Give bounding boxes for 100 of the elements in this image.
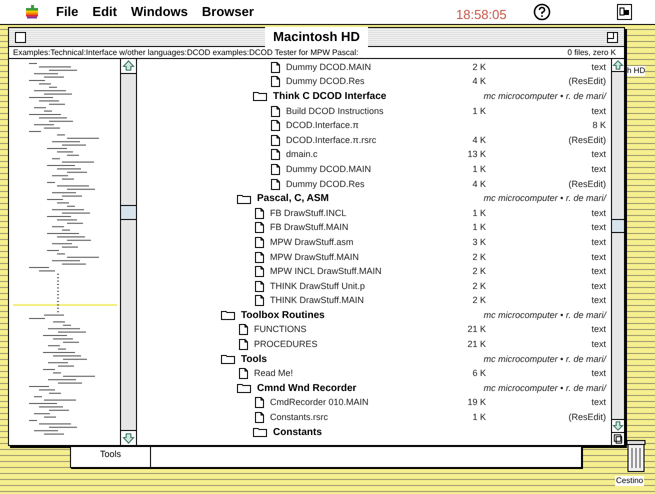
file-kind: text [591,208,606,219]
document-icon [255,295,264,306]
scroll-thumb[interactable] [612,219,624,233]
document-icon [255,208,264,219]
menu-item[interactable]: Windows [130,2,188,22]
scroll-down-icon[interactable] [121,430,136,445]
folder-icon [237,194,251,204]
file-size: 4 K [472,76,486,86]
folder-owner: mc microcomputer • r. de mari/ [484,382,606,394]
file-name[interactable]: Dummy DCOD.Res [286,178,365,190]
document-icon [271,149,280,160]
file-size: 1 K [472,222,486,232]
document-icon [271,62,280,73]
file-size: 2 K [472,252,486,262]
file-size: 4 K [472,178,486,189]
file-name[interactable]: Build DCOD Instructions [286,106,384,117]
file-size: 13 K [467,149,486,160]
help-icon[interactable] [533,3,551,21]
window-title: Macintosh HD [265,27,368,47]
file-kind: (ResEdit) [568,178,606,190]
file-size: 2 K [472,295,486,306]
file-name[interactable]: PROCEDURES [254,339,318,350]
summary-text: 0 files, zero K [568,48,616,58]
file-name[interactable]: Constants.rsrc [270,412,328,424]
file-kind: text [591,62,606,73]
zoom-box[interactable] [607,32,618,43]
file-name[interactable]: MPW DrawStuff.asm [270,236,354,248]
folder-owner: mc microcomputer • r. de mari/ [484,354,606,365]
folder-icon [253,91,267,102]
disk-label: h HD [627,66,646,76]
document-icon [239,368,248,380]
file-name[interactable]: Dummy DCOD.Res [286,76,365,88]
file-name[interactable]: MPW INCL DrawStuff.MAIN [270,266,382,278]
folder-icon [253,427,267,438]
folder-name[interactable]: Tools [241,354,267,365]
document-icon [255,222,264,234]
document-icon [271,76,280,88]
document-icon [255,280,264,292]
file-name[interactable]: THINK DrawStuff Unit.p [270,280,365,292]
document-icon [255,252,264,263]
file-kind: text [591,295,606,306]
file-kind: text [591,222,606,234]
file-name[interactable]: FUNCTIONS [254,324,306,336]
file-name[interactable]: Dummy DCOD.MAIN [286,164,371,175]
file-size: 4 K [472,134,486,145]
menu-clock: 18:58:05 [456,6,507,24]
folder-icon [221,310,235,320]
file-kind: text [591,236,606,248]
file-kind: text [591,106,606,117]
folder-name[interactable]: Think C DCOD Interface [273,90,386,102]
folder-owner: mc microcomputer • r. de mari/ [484,90,606,102]
file-size: 19 K [467,397,486,408]
file-name[interactable]: Read Me! [254,368,294,380]
file-size: 1 K [472,412,486,422]
scroll-up-icon[interactable] [612,59,624,72]
document-icon [239,324,248,336]
file-name[interactable]: DCOD.Interface.π.rsrc [286,134,376,146]
scroll-bar[interactable] [611,59,624,445]
scroll-down-icon[interactable] [612,419,624,432]
file-kind: text [591,324,606,336]
file-name[interactable]: MPW DrawStuff.MAIN [270,252,359,263]
folder-owner: mc microcomputer • r. de mari/ [484,193,606,204]
application-icon[interactable] [617,4,632,20]
menu-item[interactable]: File [56,2,78,22]
file-kind: text [591,397,606,408]
folder-name[interactable]: Pascal, C, ASM [257,193,329,204]
scroll-thumb[interactable] [121,205,136,220]
file-size: 21 K [467,339,486,350]
document-icon [255,266,264,278]
file-name[interactable]: THINK DrawStuff.MAIN [270,295,364,306]
file-name[interactable]: CmdRecorder 010.MAIN [270,397,369,408]
document-icon [271,164,280,175]
file-size: 21 K [467,324,486,334]
file-kind: (ResEdit) [568,412,606,424]
apple-icon[interactable] [26,5,38,19]
scroll-bar[interactable] [121,59,137,445]
file-size: 1 K [472,208,486,218]
file-name[interactable]: dmain.c [286,149,318,160]
document-icon [239,339,248,350]
document-icon [255,236,264,248]
close-box[interactable] [15,32,26,43]
file-name[interactable]: DCOD.Interface.π [286,120,359,132]
file-name[interactable]: FB DrawStuff.MAIN [270,222,348,234]
folder-name[interactable]: Cmnd Wnd Recorder [257,382,356,394]
scroll-up-icon[interactable] [121,59,136,74]
file-kind: text [591,266,606,278]
folder-icon [221,354,235,364]
file-name[interactable]: FB DrawStuff.INCL [270,208,346,219]
file-size: 2 K [472,280,486,291]
document-icon [271,134,280,146]
file-name[interactable]: Dummy DCOD.MAIN [286,62,371,73]
file-kind: text [591,368,606,380]
menu-item[interactable]: Edit [92,2,117,22]
trash-icon[interactable] [624,440,648,472]
tab[interactable]: Tools [71,447,151,467]
folder-name[interactable]: Constants [273,426,322,438]
folder-name[interactable]: Toolbox Routines [241,310,325,321]
file-kind: text [591,164,606,175]
menu-item[interactable]: Browser [202,2,254,22]
resize-icon[interactable] [612,432,624,445]
